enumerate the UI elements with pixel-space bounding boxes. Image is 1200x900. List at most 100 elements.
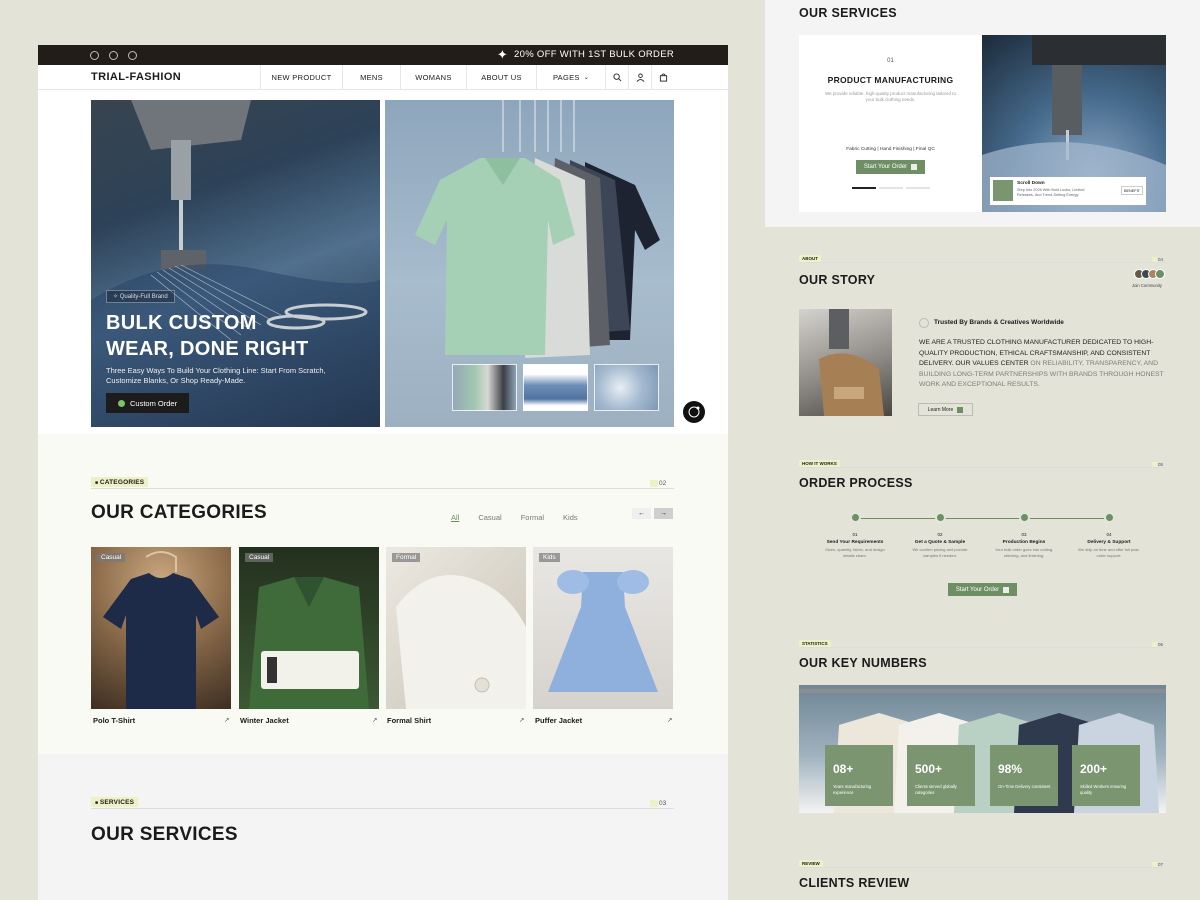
category-card-winter-jacket[interactable]: Casual bbox=[239, 547, 379, 709]
plus-icon bbox=[1155, 269, 1165, 279]
categories-title: OUR CATEGORIES bbox=[91, 502, 267, 523]
review-title: CLIENTS REVIEW bbox=[799, 876, 910, 890]
stat-card-clients: 500+ Clients served globally categories bbox=[907, 745, 975, 806]
service-sewing-image: Scroll Down Step Into 2026 With Bold Loo… bbox=[982, 35, 1166, 212]
stat-value: 500+ bbox=[915, 762, 943, 776]
trusted-label: Trusted By Brands & Creatives Worldwide bbox=[934, 319, 1064, 326]
slider-indicator[interactable] bbox=[879, 187, 903, 189]
hero-badge: ✧ Quality-Full Brand bbox=[106, 290, 175, 303]
chevron-down-icon: ⌄ bbox=[583, 75, 590, 81]
arrow-up-right-icon[interactable]: ↗ bbox=[667, 716, 672, 724]
main-nav: TRIAL-FASHION NEW PRODUCT MENS WOMANS AB… bbox=[38, 65, 728, 90]
filter-formal[interactable]: Formal bbox=[521, 513, 544, 522]
user-icon[interactable] bbox=[628, 65, 651, 90]
benefit-button[interactable]: BENEFIT bbox=[1121, 186, 1143, 195]
community-avatars[interactable] bbox=[1134, 269, 1165, 279]
learn-more-button[interactable]: Learn More bbox=[918, 403, 973, 416]
start-order-button[interactable]: Start Your Order bbox=[856, 160, 925, 174]
section-divider bbox=[91, 488, 674, 489]
category-card-formal-shirt[interactable]: Formal bbox=[386, 547, 526, 709]
section-divider bbox=[799, 262, 1166, 263]
filter-kids[interactable]: Kids bbox=[563, 513, 578, 522]
step-title: Production Begins bbox=[1002, 540, 1046, 545]
stat-label: Years manufacturing experience bbox=[833, 784, 872, 795]
nav-item-womans[interactable]: WOMANS bbox=[400, 65, 466, 90]
stat-value: 98% bbox=[998, 762, 1023, 776]
arrow-icon bbox=[911, 164, 918, 170]
card-tag: Casual bbox=[97, 553, 126, 562]
thumbnail-fabric-button[interactable] bbox=[594, 364, 659, 411]
card-name-formal-shirt[interactable]: Formal Shirt bbox=[387, 716, 431, 725]
process-title: ORDER PROCESS bbox=[799, 476, 913, 490]
services-title: OUR SERVICES bbox=[91, 824, 238, 845]
nav-pages-label: PAGES bbox=[552, 73, 580, 82]
youtube-icon[interactable] bbox=[128, 50, 137, 60]
trust-badge-icon bbox=[919, 318, 929, 328]
sparkle-icon: ✦ bbox=[496, 46, 509, 62]
card-name-winter-jacket[interactable]: Winter Jacket bbox=[240, 716, 289, 725]
service-description: We provide reliable, high-quality produc… bbox=[825, 91, 956, 102]
facebook-icon[interactable] bbox=[90, 50, 99, 60]
step-title: Delivery & Support bbox=[1087, 540, 1131, 545]
section-number: 06 bbox=[1152, 642, 1164, 647]
nav-item-new-product[interactable]: NEW PRODUCT bbox=[260, 65, 342, 90]
next-arrow-button[interactable]: → bbox=[654, 508, 673, 519]
process-step-3: 03 Production Begins Your bulk order goe… bbox=[984, 512, 1064, 558]
section-number: 05 bbox=[1152, 462, 1164, 467]
filter-all[interactable]: All bbox=[451, 513, 459, 522]
arrow-icon bbox=[1003, 586, 1010, 593]
section-divider bbox=[799, 647, 1166, 648]
story-image bbox=[799, 309, 892, 416]
search-icon[interactable] bbox=[605, 65, 628, 90]
chat-widget-icon[interactable] bbox=[683, 401, 705, 423]
instagram-icon[interactable] bbox=[109, 50, 118, 60]
nav-item-about-us[interactable]: ABOUT US bbox=[466, 65, 536, 90]
section-divider bbox=[799, 467, 1166, 468]
card-name-puffer-jacket[interactable]: Puffer Jacket bbox=[535, 716, 582, 725]
main-page-frame: ✦ 20% OFF WITH 1ST BULK ORDER TRIAL-FASH… bbox=[38, 45, 728, 900]
stat-value: 200+ bbox=[1080, 762, 1108, 776]
stat-value: 08+ bbox=[833, 762, 854, 776]
category-card-kids[interactable]: Kids bbox=[533, 547, 673, 709]
scroll-down-card[interactable]: Scroll Down Step Into 2026 With Bold Loo… bbox=[990, 177, 1146, 205]
brand-logo[interactable]: TRIAL-FASHION bbox=[91, 71, 181, 83]
learn-more-label: Learn More bbox=[927, 406, 954, 413]
process-start-order-button[interactable]: Start Your Order bbox=[948, 583, 1017, 596]
nav-item-pages[interactable]: PAGES ⌄ bbox=[536, 65, 605, 90]
hero-shirts-image bbox=[385, 100, 674, 427]
join-community-label[interactable]: Join Community bbox=[1132, 283, 1162, 288]
card-name-polo[interactable]: Polo T-Shirt bbox=[93, 716, 135, 725]
hero-sewing-image: ✧ Quality-Full Brand BULK CUSTOM WEAR, D… bbox=[91, 100, 380, 427]
arrow-right-icon: → bbox=[660, 510, 667, 517]
filter-casual[interactable]: Casual bbox=[478, 513, 501, 522]
nav-item-mens[interactable]: MENS bbox=[342, 65, 400, 90]
statistics-tag: STATISTICS bbox=[799, 640, 831, 647]
category-card-polo[interactable]: Casual bbox=[91, 547, 231, 709]
hero-subtitle: Three Easy Ways To Build Your Clothing L… bbox=[106, 366, 326, 385]
thumbnail-polo-rack[interactable] bbox=[452, 364, 517, 411]
prev-arrow-button[interactable]: ← bbox=[632, 508, 651, 519]
slider-indicator-active[interactable] bbox=[852, 187, 876, 189]
numbers-title: OUR KEY NUMBERS bbox=[799, 656, 927, 670]
arrow-up-right-icon[interactable]: ↗ bbox=[519, 716, 524, 724]
card-tag: Kids bbox=[539, 553, 560, 562]
stat-card-workers: 200+ Skilled Workers ensuring quality bbox=[1072, 745, 1140, 806]
step-desc: Your bulk order goes into cutting, stitc… bbox=[994, 547, 1054, 558]
arrow-up-right-icon[interactable]: ↗ bbox=[224, 716, 229, 724]
section-divider bbox=[91, 808, 674, 809]
custom-order-button[interactable]: Custom Order bbox=[106, 393, 190, 413]
services-tag: SERVICES bbox=[91, 797, 139, 807]
arrow-left-icon: ← bbox=[638, 510, 645, 517]
categories-section: CATEGORIES 02 OUR CATEGORIES All Casual … bbox=[38, 434, 728, 754]
nav-menu: NEW PRODUCT MENS WOMANS ABOUT US PAGES ⌄ bbox=[260, 65, 674, 90]
stat-card-delivery: 98% On-Time Delivery consistent bbox=[990, 745, 1058, 806]
start-order-label: Start Your Order bbox=[863, 164, 908, 170]
service-features: Fabric Cutting | Hand Finishing | Final … bbox=[846, 147, 935, 152]
arrow-up-right-icon[interactable]: ↗ bbox=[372, 716, 377, 724]
process-step-1: 01 Send Your Requirements Sizes, quantit… bbox=[815, 512, 895, 558]
categories-tag: CATEGORIES bbox=[91, 477, 149, 487]
thumbnail-folded-denim[interactable] bbox=[523, 364, 588, 411]
cart-icon[interactable] bbox=[651, 65, 674, 90]
slider-indicator[interactable] bbox=[906, 187, 930, 189]
card-tag: Casual bbox=[245, 553, 274, 562]
